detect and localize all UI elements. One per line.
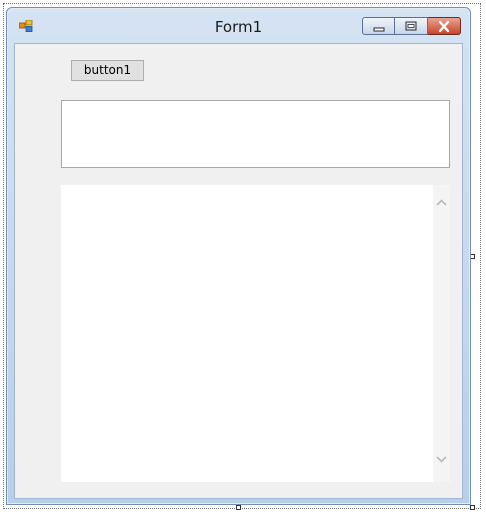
form-client-area: button1: [14, 43, 463, 499]
resize-handle-bottom[interactable]: [236, 505, 241, 510]
minimize-icon: [373, 27, 385, 32]
minimize-button[interactable]: [362, 17, 395, 35]
vertical-scrollbar[interactable]: [433, 185, 450, 482]
button1[interactable]: button1: [71, 60, 144, 81]
maximize-icon: [405, 21, 417, 31]
form-window: Form1 button1: [6, 7, 471, 505]
title-bar[interactable]: Form1: [7, 8, 470, 44]
caption-buttons: [362, 17, 461, 35]
maximize-button[interactable]: [395, 17, 428, 35]
chevron-down-icon[interactable]: [433, 451, 450, 468]
close-button[interactable]: [428, 17, 461, 35]
close-icon: [438, 20, 450, 33]
chevron-up-icon[interactable]: [433, 195, 450, 212]
resize-handle-bottom-right[interactable]: [470, 505, 475, 510]
listbox[interactable]: [61, 185, 450, 482]
textbox[interactable]: [61, 100, 450, 168]
